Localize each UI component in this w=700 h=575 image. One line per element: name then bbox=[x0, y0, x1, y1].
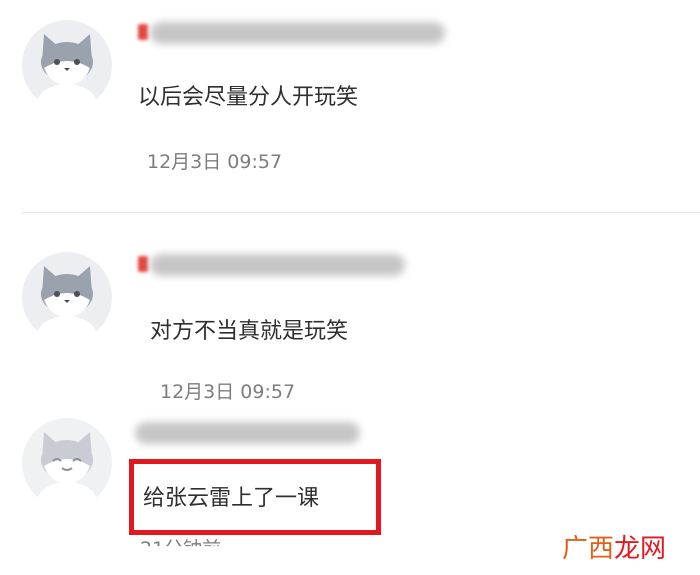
cat-avatar-icon bbox=[37, 432, 97, 508]
avatar[interactable] bbox=[22, 252, 112, 342]
username-redacted bbox=[138, 256, 148, 272]
username-redacted bbox=[135, 422, 360, 444]
comment-divider bbox=[22, 212, 700, 213]
comment-timestamp: 21分钟前 bbox=[140, 538, 222, 560]
cat-avatar-icon bbox=[37, 266, 97, 342]
comment-timestamp: 12月3日 09:57 bbox=[160, 381, 296, 403]
comment-timestamp: 12月3日 09:57 bbox=[147, 151, 283, 173]
comment-item: 对方不当真就是玩笑 12月3日 09:57 bbox=[0, 214, 700, 410]
highlight-box bbox=[129, 459, 381, 535]
comment-text: 对方不当真就是玩笑 bbox=[150, 319, 349, 344]
username-redacted bbox=[150, 254, 405, 276]
cat-avatar-icon bbox=[37, 34, 97, 110]
site-watermark: 广西龙网 bbox=[561, 534, 666, 564]
avatar[interactable] bbox=[22, 418, 112, 508]
avatar[interactable] bbox=[22, 20, 112, 110]
comment-item: 以后会尽量分人开玩笑 12月3日 09:57 bbox=[0, 0, 700, 214]
comment-text: 以后会尽量分人开玩笑 bbox=[138, 85, 359, 110]
username-redacted bbox=[138, 24, 148, 40]
username-redacted bbox=[150, 22, 445, 44]
